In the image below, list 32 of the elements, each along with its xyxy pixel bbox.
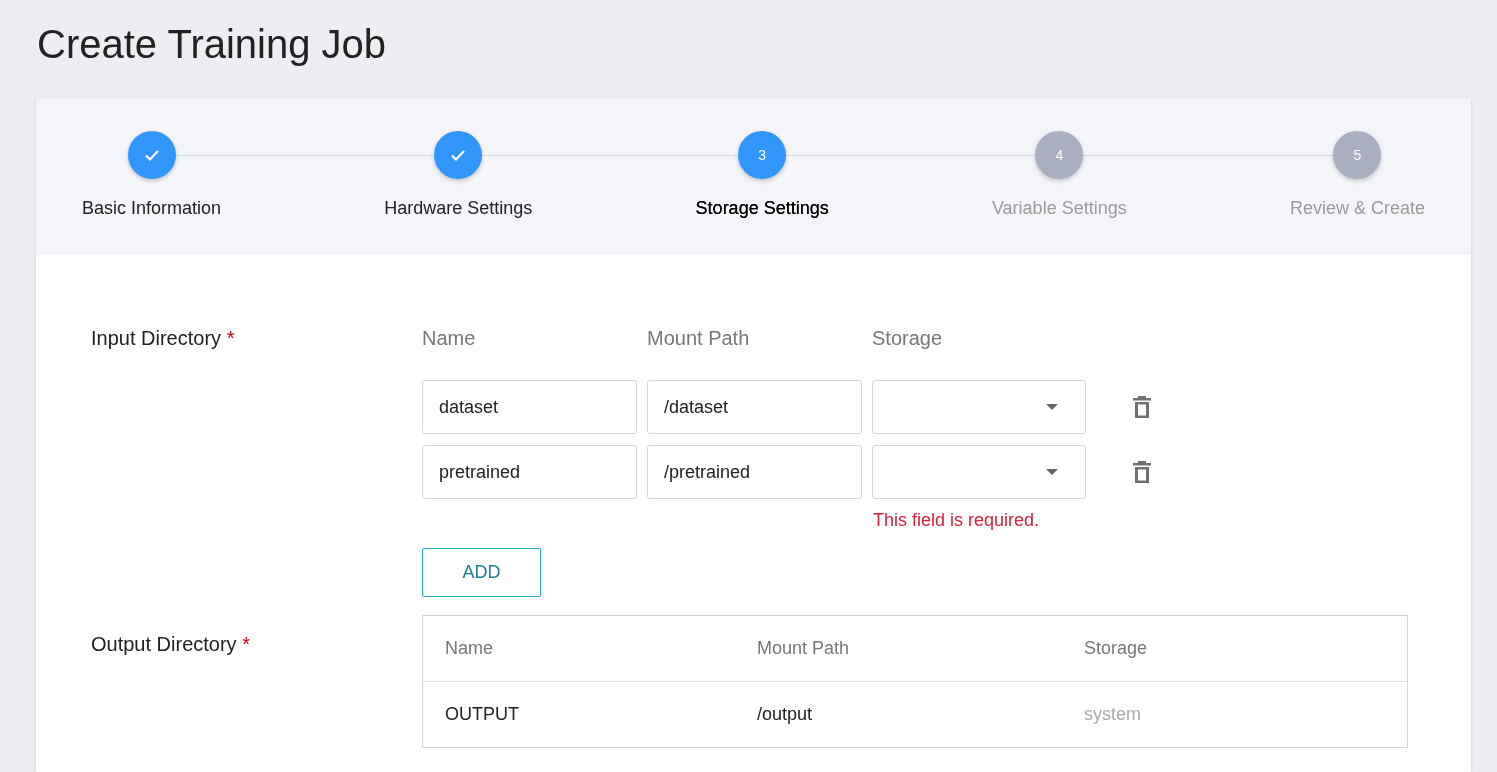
dropdown-caret-icon <box>1046 469 1058 475</box>
step-number: 5 <box>1353 147 1362 163</box>
required-mark: * <box>242 633 250 655</box>
column-header: Mount Path <box>647 327 751 350</box>
table-cell: system <box>1084 704 1141 725</box>
field-label: Input Directory <box>91 327 222 349</box>
delete-icon[interactable] <box>1132 460 1152 484</box>
step-label: Variable Settings <box>991 198 1127 219</box>
mount-path-input[interactable]: /dataset <box>647 380 862 434</box>
column-header: Storage <box>872 327 944 350</box>
dropdown-caret-icon <box>1046 404 1058 410</box>
table-cell-text: OUTPUT <box>445 704 520 725</box>
step-number: 4 <box>1055 147 1064 163</box>
column-header: Name <box>445 638 494 659</box>
error-message: This field is required. <box>873 510 1041 532</box>
column-header: Storage <box>1084 638 1148 659</box>
required-mark: * <box>226 327 235 349</box>
field-label: Output Directory <box>91 633 237 655</box>
column-header: Mount Path <box>757 638 851 659</box>
step-label: Storage Settings <box>695 198 829 219</box>
page-title: Create Training Job <box>36 21 388 68</box>
step-label: Hardware Settings <box>384 198 533 219</box>
delete-icon[interactable] <box>1132 395 1152 419</box>
add-button[interactable]: ADD <box>422 548 541 597</box>
name-input[interactable]: pretrained <box>422 445 637 499</box>
mount-path-input[interactable]: /pretrained <box>647 445 862 499</box>
column-header: Name <box>422 327 477 350</box>
step-number: 3 <box>758 147 767 163</box>
name-input[interactable]: dataset <box>422 380 637 434</box>
step-label: Review & Create <box>1289 198 1425 219</box>
step-label: Basic Information <box>82 198 222 219</box>
table-cell-text: /output <box>757 704 814 725</box>
